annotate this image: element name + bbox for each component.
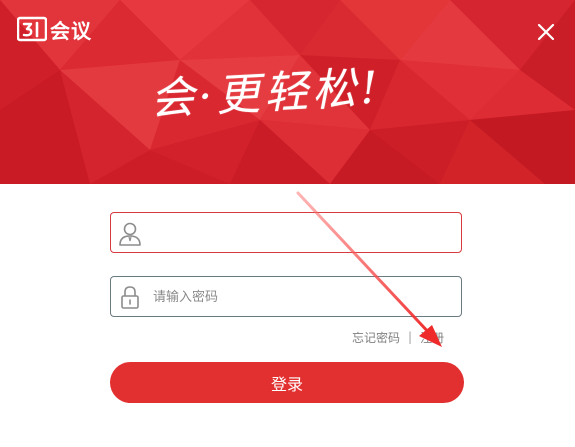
password-input[interactable] [151, 277, 455, 318]
forgot-password-link[interactable]: 忘记密码 [352, 329, 400, 346]
username-field[interactable] [110, 212, 462, 254]
app-logo: 会议 [17, 14, 92, 44]
logo-mark-icon [17, 16, 47, 42]
logo-text: 会议 [50, 18, 92, 43]
register-link[interactable]: 注册 [420, 329, 444, 346]
slogan: 会·更轻松! [148, 62, 383, 126]
username-input[interactable] [151, 213, 455, 254]
lock-icon [121, 286, 139, 309]
header-banner: 会议 会·更轻松! [0, 0, 575, 184]
close-icon[interactable] [532, 18, 560, 46]
user-icon [119, 222, 141, 246]
auth-links: 忘记密码 | 注册 [352, 328, 444, 346]
password-field[interactable] [110, 276, 462, 318]
link-separator: | [408, 330, 413, 344]
login-button[interactable]: 登录 [110, 362, 464, 403]
